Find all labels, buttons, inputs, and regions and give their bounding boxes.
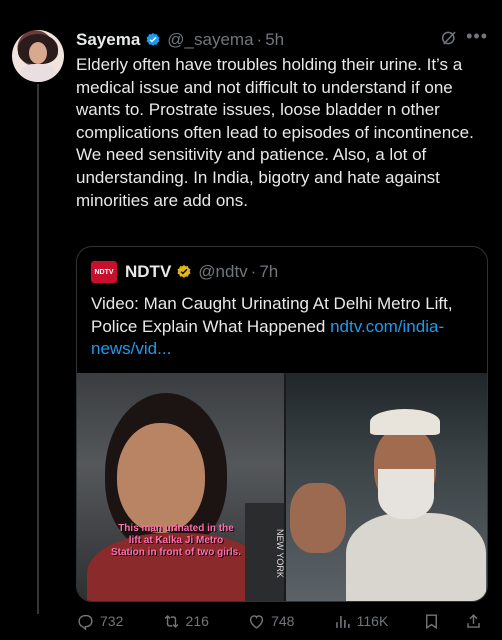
post-header: Sayema @_sayema · 5h <box>76 29 488 51</box>
avatar[interactable] <box>12 30 64 82</box>
bookmark-icon <box>426 613 437 629</box>
avatar-face <box>29 42 47 64</box>
man-beard <box>378 469 434 519</box>
media-image-man[interactable] <box>286 373 487 601</box>
share-button[interactable] <box>464 612 488 631</box>
like-count: 748 <box>271 613 295 629</box>
thread-line <box>37 84 39 614</box>
views-icon <box>335 615 350 628</box>
quoted-separator: · <box>250 262 257 281</box>
author-name[interactable]: Sayema <box>76 30 140 50</box>
man-hand <box>290 483 346 553</box>
share-icon <box>467 613 480 628</box>
view-count: 116K <box>356 613 389 629</box>
repost-icon <box>164 614 178 628</box>
media-caption: This man urinated in the lift at Kalka J… <box>111 523 241 558</box>
reply-count: 732 <box>100 613 124 629</box>
verified-gold-badge-icon <box>177 265 191 278</box>
avatar-shirt <box>20 64 56 82</box>
reply-icon <box>78 614 93 631</box>
bookmark-button[interactable] <box>422 612 446 631</box>
post-text: Elderly often have troubles holding thei… <box>76 55 474 210</box>
man-body <box>346 513 486 601</box>
separator: · <box>256 30 263 49</box>
post-time[interactable]: 5h <box>265 30 284 50</box>
quoted-text: Video: Man Caught Urinating At Delhi Met… <box>91 293 476 361</box>
like-button[interactable]: 748 <box>247 612 333 631</box>
grok-icon[interactable] <box>440 29 458 47</box>
quoted-media[interactable]: This man urinated in the lift at Kalka J… <box>77 373 487 601</box>
quoted-author-handle: @ndtv <box>198 262 248 281</box>
quoted-header: NDTV NDTV @ndtv · 7h <box>91 261 278 283</box>
reply-button[interactable]: 732 <box>76 612 162 631</box>
author-handle[interactable]: @_sayema <box>167 30 253 50</box>
action-bar: 732 216 748 116K <box>76 610 488 632</box>
verified-badge-icon <box>146 33 160 46</box>
repost-button[interactable]: 216 <box>162 612 248 631</box>
views-button[interactable]: 116K <box>333 612 422 631</box>
quoted-post[interactable]: NDTV NDTV @ndtv · 7h Video: Man Caught U… <box>76 246 488 602</box>
heart-icon <box>249 614 264 629</box>
woman-face <box>117 423 205 533</box>
ndtv-logo-icon: NDTV <box>91 261 117 283</box>
media-image-woman[interactable]: This man urinated in the lift at Kalka J… <box>77 373 284 601</box>
quoted-author-name: NDTV <box>125 262 172 281</box>
quoted-time: 7h <box>259 262 279 281</box>
repost-count: 216 <box>185 613 209 629</box>
man-cap <box>370 409 440 435</box>
tee-text: NEW YORK <box>245 503 284 601</box>
more-icon[interactable]: ••• <box>466 26 488 47</box>
